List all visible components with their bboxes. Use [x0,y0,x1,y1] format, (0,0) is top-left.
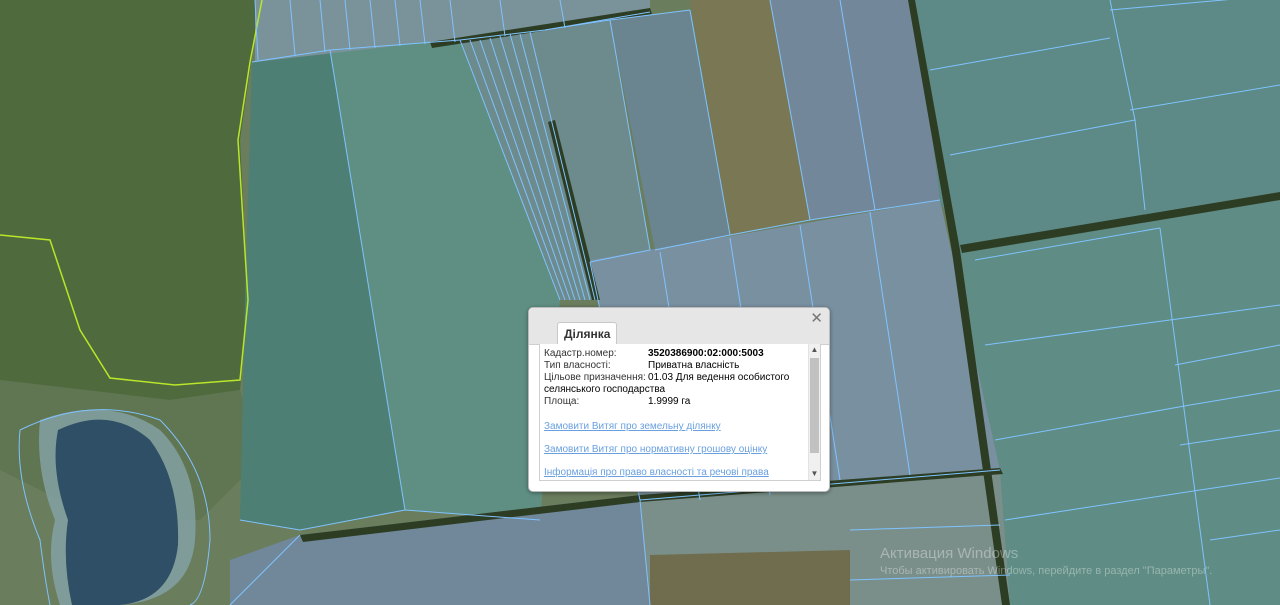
field-brown-south [650,550,850,605]
activation-watermark-subtitle: Чтобы активировать Windows, перейдите в … [880,565,1213,577]
purpose-value: 01.03 Для ведення особистого [648,372,790,383]
table-row: Площа: 1.9999 га [544,396,804,408]
scroll-down-icon[interactable]: ▼ [809,468,820,480]
ownership-type-label: Тип власності: [544,360,611,371]
scroll-thumb[interactable] [810,358,819,453]
area-value: 1.9999 га [648,396,691,407]
cadastral-number-value: 3520386900:02:000:5003 [648,348,764,359]
order-valuation-extract-link[interactable]: Замовити Витяг про нормативну грошову оц… [544,444,767,455]
table-row: селянського господарства [544,384,804,396]
tab-parcel[interactable]: Ділянка [557,322,618,345]
activation-watermark-title: Активация Windows [880,545,1019,562]
parcel-info-popup: Ділянка ✕ Кадастр.номер: 3520386900:02:0… [528,307,830,492]
table-row: Тип власності: Приватна власність [544,360,804,372]
popup-scrollbar[interactable]: ▲ ▼ [808,344,820,480]
parcel-attributes-table: Кадастр.номер: 3520386900:02:000:5003 Ти… [544,348,804,408]
purpose-value-continued: селянського господарства [544,384,666,395]
order-parcel-extract-link[interactable]: Замовити Витяг про земельну ділянку [544,421,721,432]
scroll-up-icon[interactable]: ▲ [809,344,820,356]
close-icon[interactable]: ✕ [810,311,823,327]
village-area [0,0,260,400]
satellite-map[interactable] [0,0,1280,605]
table-row: Кадастр.номер: 3520386900:02:000:5003 [544,348,804,360]
cadastral-number-label: Кадастр.номер: [544,348,617,359]
table-row: Цільове призначення: 01.03 Для ведення о… [544,372,804,384]
purpose-label: Цільове призначення: [544,372,646,383]
popup-tabbar: Ділянка [529,308,829,345]
area-label: Площа: [544,396,580,407]
ownership-info-link[interactable]: Інформація про право власності та речові… [544,467,769,478]
popup-content: Кадастр.номер: 3520386900:02:000:5003 Ти… [539,344,821,481]
ownership-type-value: Приватна власність [648,360,740,371]
